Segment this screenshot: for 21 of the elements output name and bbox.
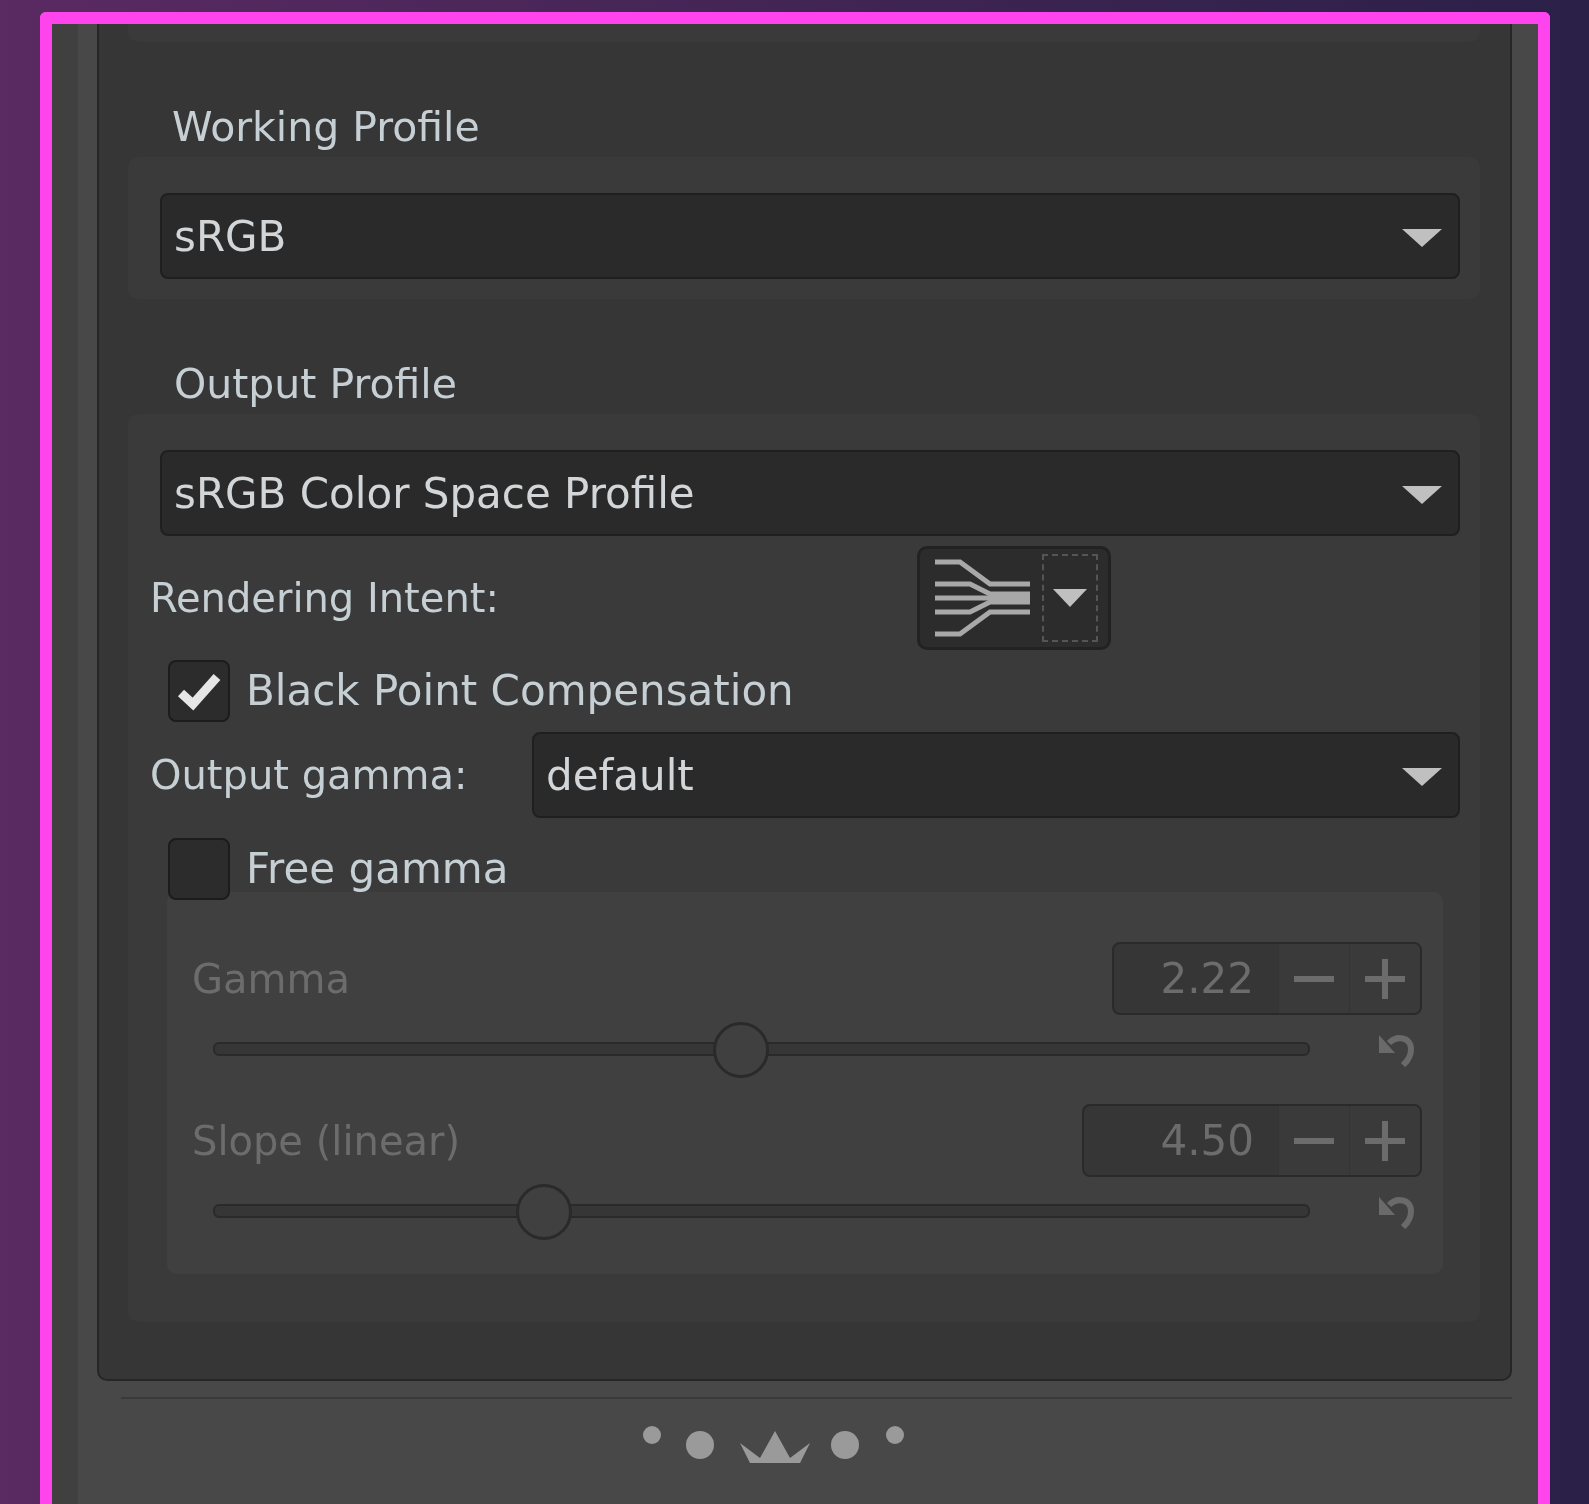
field-label: Output gamma: xyxy=(150,752,469,798)
caret-icon xyxy=(1402,766,1442,788)
dropdown-toggle[interactable] xyxy=(1042,554,1098,642)
checkbox[interactable] xyxy=(168,838,230,900)
caret-icon xyxy=(1402,484,1442,506)
field-label: Rendering Intent: xyxy=(150,575,500,621)
minus-icon xyxy=(1294,1136,1334,1145)
checkbox[interactable] xyxy=(168,660,230,722)
section-title: Output Profile xyxy=(174,359,458,410)
section-title: Working Profile xyxy=(172,102,481,153)
checkbox-label: Free gamma xyxy=(246,843,509,895)
minus-icon xyxy=(1294,974,1334,983)
dropdown[interactable]: default xyxy=(532,732,1460,818)
plus-icon xyxy=(1365,958,1405,999)
dropdown[interactable]: sRGB Color Space Profile xyxy=(160,450,1460,536)
dropdown[interactable]: sRGB xyxy=(160,193,1460,279)
caret-icon xyxy=(1053,587,1087,609)
checkbox-label: Black Point Compensation xyxy=(246,665,794,717)
caret-icon xyxy=(1402,227,1442,249)
plus-icon xyxy=(1365,1120,1405,1161)
intent-button[interactable] xyxy=(917,546,1111,650)
